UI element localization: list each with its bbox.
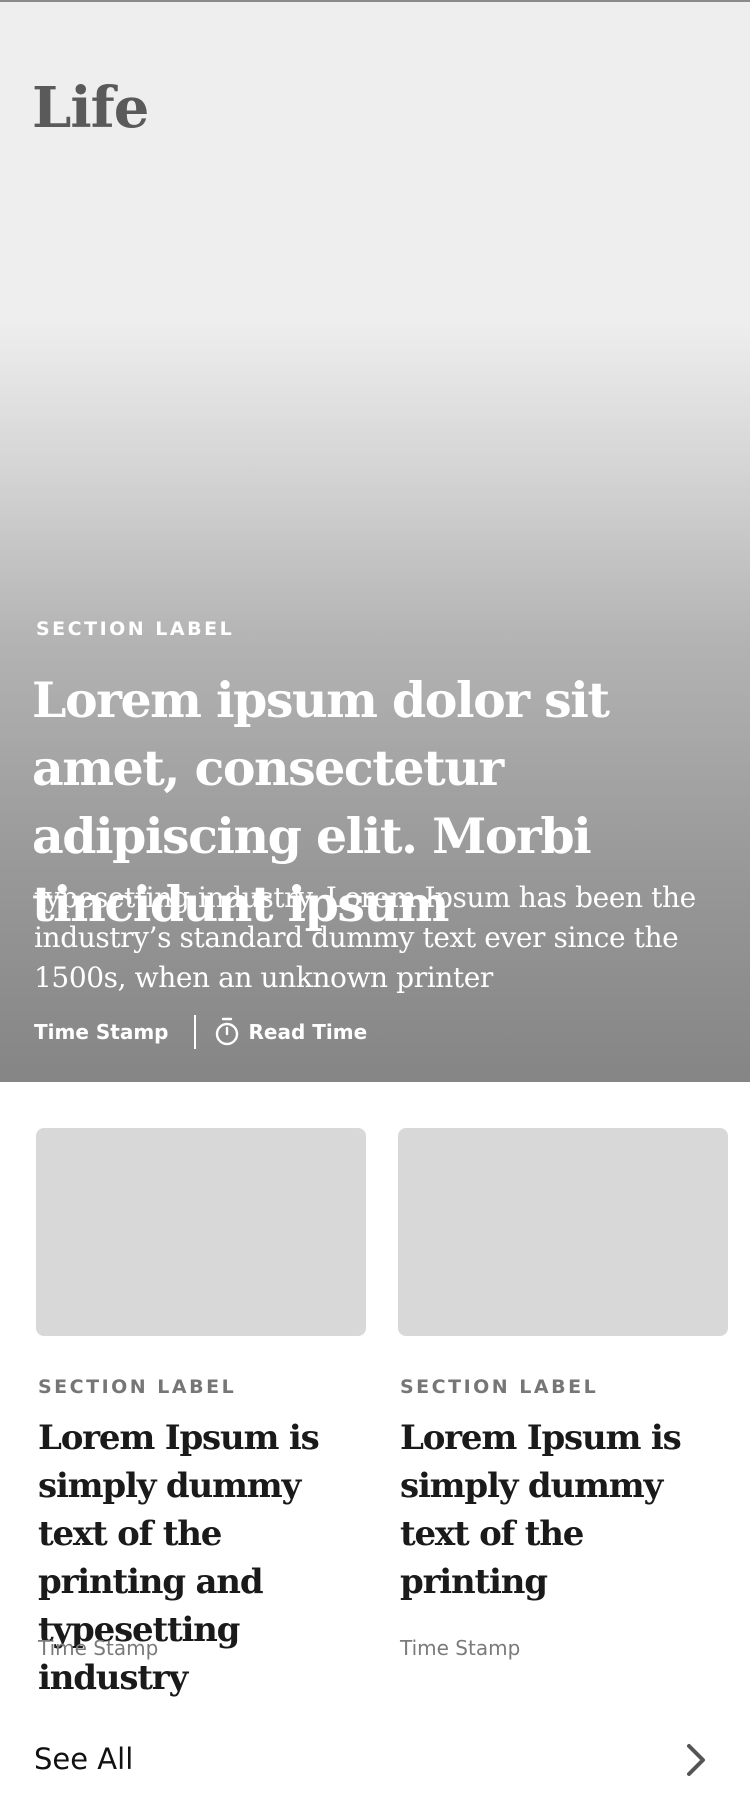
see-all-link[interactable]: See All	[34, 1742, 133, 1777]
hero-section-label: SECTION LABEL	[36, 618, 235, 640]
meta-divider	[194, 1015, 197, 1049]
card-image-placeholder[interactable]	[36, 1128, 366, 1336]
card-title[interactable]: Lorem Ipsum is simply dummy text of the …	[400, 1414, 730, 1606]
hero-timestamp: Time Stamp	[34, 1020, 169, 1044]
card-timestamp: Time Stamp	[400, 1636, 521, 1660]
chevron-right-icon[interactable]	[680, 1740, 712, 1780]
page-title: Life	[32, 75, 149, 141]
story-card[interactable]: SECTION LABEL Lorem Ipsum is simply dumm…	[36, 1128, 366, 1698]
hero-read-time: Read Time	[248, 1020, 368, 1044]
hero-summary: typesetting industry. Lorem Ipsum has be…	[34, 881, 696, 994]
card-timestamp: Time Stamp	[38, 1636, 159, 1660]
stopwatch-icon	[216, 1017, 239, 1046]
card-section-label: SECTION LABEL	[38, 1376, 237, 1398]
hero-story[interactable]: Life SECTION LABEL Lorem ipsum dolor sit…	[0, 2, 750, 1082]
card-section-label: SECTION LABEL	[400, 1376, 599, 1398]
card-image-placeholder[interactable]	[398, 1128, 728, 1336]
story-card[interactable]: SECTION LABEL Lorem Ipsum is simply dumm…	[398, 1128, 728, 1660]
hero-meta: Time Stamp Read Time	[34, 1014, 367, 1050]
